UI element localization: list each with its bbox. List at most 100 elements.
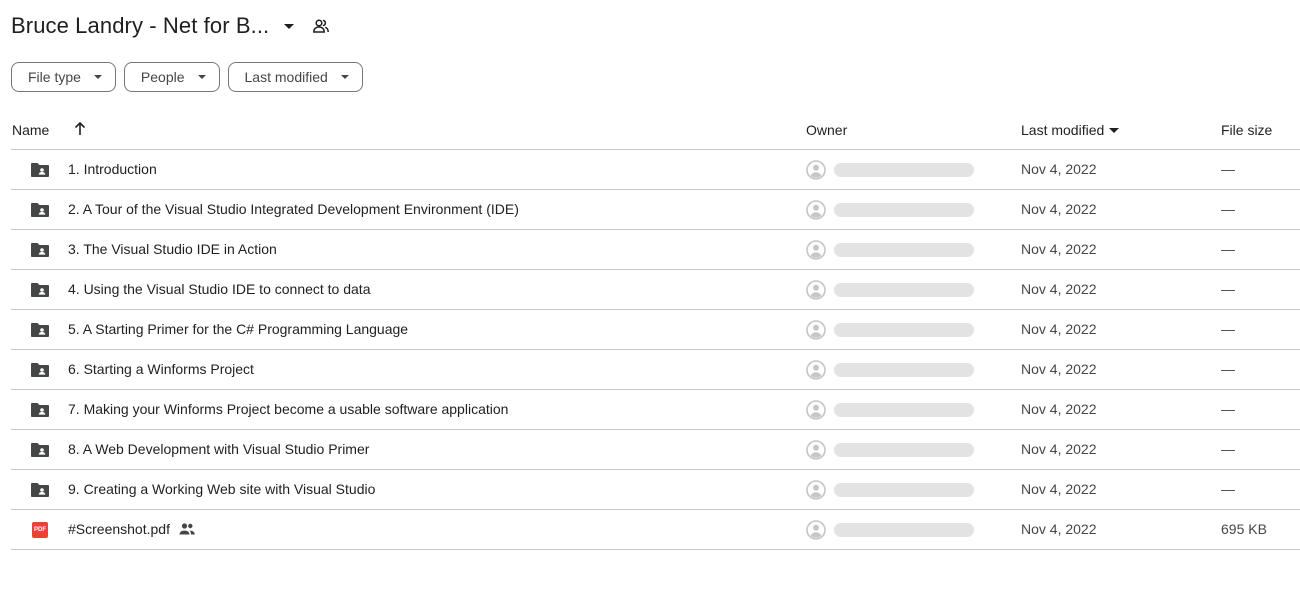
- avatar-icon: [806, 320, 826, 340]
- file-list: Name Owner Last modified File size 1. In…: [11, 110, 1300, 550]
- owner-name-placeholder: [834, 523, 974, 537]
- avatar-icon: [806, 160, 826, 180]
- column-header-name[interactable]: Name: [12, 122, 49, 138]
- people-outline-icon[interactable]: [311, 16, 331, 36]
- column-header-owner: Owner: [806, 122, 848, 138]
- file-name[interactable]: 3. The Visual Studio IDE in Action: [68, 241, 277, 257]
- shared-folder-icon: [29, 440, 51, 460]
- shared-folder-icon: [29, 480, 51, 500]
- arrow-drop-down-icon[interactable]: [279, 16, 299, 36]
- file-name-label: 9. Creating a Working Web site with Visu…: [68, 481, 376, 497]
- column-header-last-modified-label: Last modified: [1021, 122, 1105, 138]
- file-size-value: —: [1221, 321, 1235, 337]
- table-row[interactable]: 4. Using the Visual Studio IDE to connec…: [11, 270, 1300, 310]
- avatar-icon: [806, 280, 826, 300]
- file-name[interactable]: 8. A Web Development with Visual Studio …: [68, 441, 369, 457]
- table-row[interactable]: 6. Starting a Winforms Project Nov 4, 202…: [11, 350, 1300, 390]
- file-size-value: —: [1221, 481, 1235, 497]
- owner-name-placeholder: [834, 363, 974, 377]
- avatar-icon: [806, 480, 826, 500]
- chip-label: People: [140, 69, 185, 85]
- avatar-icon: [806, 200, 826, 220]
- shared-folder-icon: [29, 240, 51, 260]
- file-name-label: 3. The Visual Studio IDE in Action: [68, 241, 277, 257]
- avatar-icon: [806, 400, 826, 420]
- file-name[interactable]: 4. Using the Visual Studio IDE to connec…: [68, 281, 370, 297]
- last-modified-value: Nov 4, 2022: [1021, 281, 1097, 297]
- table-row[interactable]: 1. Introduction Nov 4, 2022 —: [11, 150, 1300, 190]
- shared-folder-icon: [29, 360, 51, 380]
- arrow-drop-down-icon: [340, 72, 350, 82]
- file-list-header: Name Owner Last modified File size: [11, 110, 1300, 150]
- file-name[interactable]: 1. Introduction: [68, 161, 157, 177]
- owner-name-placeholder: [834, 283, 974, 297]
- filter-chips: File type People Last modified: [11, 62, 363, 92]
- shared-folder-icon: [29, 320, 51, 340]
- file-size-value: —: [1221, 201, 1235, 217]
- shared-folder-icon: [29, 160, 51, 180]
- table-row[interactable]: 2. A Tour of the Visual Studio Integrate…: [11, 190, 1300, 230]
- file-name[interactable]: 2. A Tour of the Visual Studio Integrate…: [68, 201, 519, 217]
- file-name[interactable]: 9. Creating a Working Web site with Visu…: [68, 481, 375, 497]
- arrow-drop-down-icon: [93, 72, 103, 82]
- owner-name-placeholder: [834, 323, 974, 337]
- chip-label: File type: [28, 69, 81, 85]
- owner-name-placeholder: [834, 163, 974, 177]
- avatar-icon: [806, 440, 826, 460]
- avatar-icon: [806, 360, 826, 380]
- chip-label: Last modified: [244, 69, 328, 85]
- table-row[interactable]: PDF #Screenshot.pdf Nov 4, 2022 695 KB: [11, 510, 1300, 550]
- file-name-label: 5. A Starting Primer for the C# Programm…: [68, 321, 409, 337]
- table-row[interactable]: 3. The Visual Studio IDE in Action Nov 4,…: [11, 230, 1300, 270]
- file-size-value: —: [1221, 161, 1235, 177]
- people-icon: [178, 522, 196, 536]
- last-modified-filter[interactable]: Last modified: [227, 62, 363, 92]
- table-row[interactable]: 9. Creating a Working Web site with Visu…: [11, 470, 1300, 510]
- table-row[interactable]: 7. Making your Winforms Project become a…: [11, 390, 1300, 430]
- file-name-label: 8. A Web Development with Visual Studio …: [68, 441, 370, 457]
- file-name[interactable]: 6. Starting a Winforms Project: [68, 361, 254, 377]
- last-modified-value: Nov 4, 2022: [1021, 481, 1097, 497]
- file-name[interactable]: 5. A Starting Primer for the C# Programm…: [68, 321, 408, 337]
- last-modified-value: Nov 4, 2022: [1021, 201, 1097, 217]
- column-header-last-modified[interactable]: Last modified: [1021, 122, 1120, 138]
- owner-name-placeholder: [834, 443, 974, 457]
- file-name[interactable]: 7. Making your Winforms Project become a…: [68, 401, 508, 417]
- shared-folder-icon: [29, 400, 51, 420]
- file-name-label: 4. Using the Visual Studio IDE to connec…: [68, 281, 371, 297]
- column-header-file-size: File size: [1221, 122, 1273, 138]
- file-size-value: —: [1221, 281, 1235, 297]
- owner-name-placeholder: [834, 483, 974, 497]
- arrow-upward-icon[interactable]: [73, 120, 87, 138]
- drive-folder-view: Bruce Landry - Net for B... File type Pe…: [0, 0, 1300, 606]
- file-size-value: 695 KB: [1221, 521, 1267, 537]
- avatar-icon: [806, 520, 826, 540]
- owner-name-placeholder: [834, 403, 974, 417]
- last-modified-value: Nov 4, 2022: [1021, 401, 1097, 417]
- file-name-label: 7. Making your Winforms Project become a…: [68, 401, 509, 417]
- folder-title[interactable]: Bruce Landry - Net for B...: [11, 13, 269, 39]
- file-size-value: —: [1221, 441, 1235, 457]
- file-type-filter[interactable]: File type: [11, 62, 116, 92]
- pdf-icon: PDF: [29, 520, 51, 540]
- arrow-drop-down-icon: [1109, 125, 1120, 135]
- file-name-label: 1. Introduction: [68, 161, 157, 177]
- last-modified-value: Nov 4, 2022: [1021, 321, 1097, 337]
- shared-folder-icon: [29, 200, 51, 220]
- owner-name-placeholder: [834, 243, 974, 257]
- table-row[interactable]: 8. A Web Development with Visual Studio …: [11, 430, 1300, 470]
- file-name-label: #Screenshot.pdf: [68, 521, 170, 537]
- pdf-icon-label: PDF: [34, 527, 46, 533]
- folder-header: Bruce Landry - Net for B...: [11, 10, 331, 42]
- owner-name-placeholder: [834, 203, 974, 217]
- file-size-value: —: [1221, 361, 1235, 377]
- file-size-value: —: [1221, 401, 1235, 417]
- file-name-label: 6. Starting a Winforms Project: [68, 361, 254, 377]
- last-modified-value: Nov 4, 2022: [1021, 441, 1097, 457]
- avatar-icon: [806, 240, 826, 260]
- table-row[interactable]: 5. A Starting Primer for the C# Programm…: [11, 310, 1300, 350]
- people-filter[interactable]: People: [123, 62, 220, 92]
- last-modified-value: Nov 4, 2022: [1021, 241, 1097, 257]
- file-name-label: 2. A Tour of the Visual Studio Integrate…: [68, 201, 519, 217]
- file-name[interactable]: #Screenshot.pdf: [68, 521, 196, 537]
